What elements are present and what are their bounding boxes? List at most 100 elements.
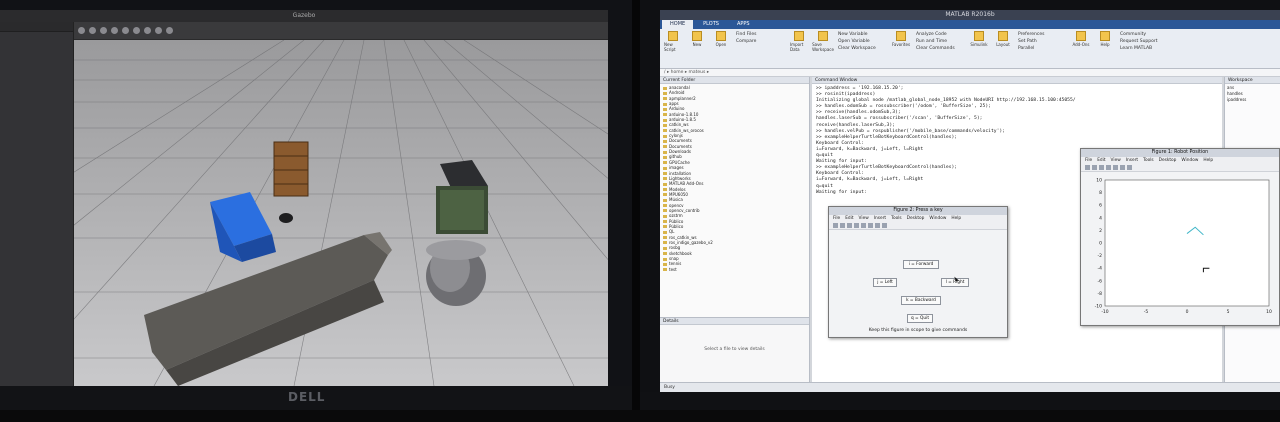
- details-header: Details: [660, 318, 809, 325]
- compare-button[interactable]: Compare: [736, 38, 784, 45]
- y-tick-label: 6: [1099, 203, 1102, 209]
- open-file-icon[interactable]: [1092, 165, 1097, 170]
- request-support-link[interactable]: Request Support: [1120, 38, 1168, 45]
- sphere-shape-icon[interactable]: [133, 27, 140, 34]
- tab-apps[interactable]: APPS: [729, 20, 758, 29]
- simulink-icon: [974, 31, 984, 41]
- folder-item[interactable]: test: [663, 267, 806, 272]
- menu-insert[interactable]: Insert: [1126, 158, 1138, 163]
- tab-home[interactable]: HOME: [662, 20, 694, 29]
- zoom-out-icon[interactable]: [1120, 165, 1125, 170]
- preferences-button[interactable]: Preferences: [1018, 31, 1066, 38]
- save-workspace-button[interactable]: Save Workspace: [812, 31, 834, 66]
- new-figure-icon[interactable]: [1085, 165, 1090, 170]
- help-button[interactable]: Help: [1096, 31, 1114, 66]
- menu-file[interactable]: File: [833, 216, 840, 221]
- menu-desktop[interactable]: Desktop: [1159, 158, 1177, 163]
- figure-2-title: Figure 2: Press a key: [829, 207, 1007, 215]
- parallel-button[interactable]: Parallel: [1018, 45, 1066, 52]
- run-and-time-button[interactable]: Run and Time: [916, 38, 964, 45]
- layout-button[interactable]: Layout: [994, 31, 1012, 66]
- left-monitor: Gazebo DELL: [0, 0, 640, 410]
- star-icon: [896, 31, 906, 41]
- help-icon: [1100, 31, 1110, 41]
- print-icon[interactable]: [1106, 165, 1111, 170]
- menu-view[interactable]: View: [859, 216, 869, 221]
- new-button[interactable]: New: [688, 31, 706, 66]
- menu-desktop[interactable]: Desktop: [907, 216, 925, 221]
- open-button[interactable]: Open: [712, 31, 730, 66]
- x-tick-label: 10: [1266, 309, 1272, 315]
- add-ons-icon: [1076, 31, 1086, 41]
- open-variable-button[interactable]: Open Variable: [838, 38, 886, 45]
- figure-1-window[interactable]: Figure 1: Robot Position File Edit View Ins…: [1080, 148, 1280, 326]
- community-link[interactable]: Community: [1120, 31, 1168, 38]
- find-files-button[interactable]: Find Files: [736, 31, 784, 38]
- zoom-in-icon[interactable]: [1113, 165, 1118, 170]
- clear-commands-button[interactable]: Clear Commands: [916, 45, 964, 52]
- menu-window[interactable]: Window: [1181, 158, 1198, 163]
- translate-tool-icon[interactable]: [89, 27, 96, 34]
- menu-view[interactable]: View: [1111, 158, 1121, 163]
- tab-plots[interactable]: PLOTS: [695, 20, 727, 29]
- quit-button[interactable]: q = Quit: [907, 314, 933, 323]
- zoom-out-icon[interactable]: [868, 223, 873, 228]
- new-figure-icon[interactable]: [833, 223, 838, 228]
- menu-help[interactable]: Help: [951, 216, 961, 221]
- print-icon[interactable]: [854, 223, 859, 228]
- menu-edit[interactable]: Edit: [845, 216, 853, 221]
- menu-insert[interactable]: Insert: [874, 216, 886, 221]
- rotate-icon[interactable]: [882, 223, 887, 228]
- figure-2-window[interactable]: Figure 2: Press a key File Edit View Insert…: [828, 206, 1008, 338]
- new-variable-button[interactable]: New Variable: [838, 31, 886, 38]
- clear-workspace-button[interactable]: Clear Workspace: [838, 45, 886, 52]
- left-button[interactable]: j = Left: [873, 278, 897, 287]
- simulink-button[interactable]: Simulink: [970, 31, 988, 66]
- new-icon: [692, 31, 702, 41]
- menu-help[interactable]: Help: [1203, 158, 1213, 163]
- dell-logo: DELL: [288, 390, 326, 404]
- robot-position-plot[interactable]: -10 -5 0 5 10 10 8 6 4 2 0 -2 -4 -6 -8 -10: [1081, 172, 1279, 324]
- command-window-header: Command Window: [812, 77, 1222, 84]
- save-icon[interactable]: [1099, 165, 1104, 170]
- add-ons-button[interactable]: Add-Ons: [1072, 31, 1090, 66]
- select-tool-icon[interactable]: [78, 27, 85, 34]
- details-panel: Details Select a file to view details: [660, 317, 810, 382]
- menu-window[interactable]: Window: [929, 216, 946, 221]
- y-tick-label: 4: [1099, 215, 1102, 221]
- menu-file[interactable]: File: [1085, 158, 1092, 163]
- save-icon[interactable]: [847, 223, 852, 228]
- new-script-button[interactable]: New Script: [664, 31, 682, 66]
- zoom-in-icon[interactable]: [861, 223, 866, 228]
- menu-tools[interactable]: Tools: [1143, 158, 1154, 163]
- light-icon[interactable]: [155, 27, 162, 34]
- forward-button[interactable]: i = Forward: [903, 260, 939, 269]
- simulation-world: [74, 40, 608, 386]
- bookshelf-model[interactable]: [273, 141, 309, 197]
- screenshot-icon[interactable]: [166, 27, 173, 34]
- small-object[interactable]: [279, 213, 293, 223]
- pan-icon[interactable]: [1127, 165, 1132, 170]
- mouse-cursor-icon: [954, 275, 959, 282]
- address-bar[interactable]: / ▸ home ▸ mateus ▸: [660, 69, 1280, 77]
- backward-button[interactable]: k = Backward: [901, 296, 941, 305]
- gazebo-side-panel[interactable]: [0, 22, 74, 386]
- learn-matlab-link[interactable]: Learn MATLAB: [1120, 45, 1168, 52]
- environment-group: Preferences Set Path Parallel: [1018, 31, 1066, 66]
- import-data-button[interactable]: Import Data: [790, 31, 808, 66]
- box-shape-icon[interactable]: [122, 27, 129, 34]
- gazebo-panel-tabs[interactable]: [0, 22, 73, 32]
- scale-tool-icon[interactable]: [111, 27, 118, 34]
- analyze-code-button[interactable]: Analyze Code: [916, 31, 964, 38]
- pan-icon[interactable]: [875, 223, 880, 228]
- set-path-button[interactable]: Set Path: [1018, 38, 1066, 45]
- menu-edit[interactable]: Edit: [1097, 158, 1105, 163]
- gazebo-3d-viewport[interactable]: [74, 40, 608, 386]
- favorites-button[interactable]: Favorites: [892, 31, 910, 66]
- open-file-icon[interactable]: [840, 223, 845, 228]
- menu-tools[interactable]: Tools: [891, 216, 902, 221]
- rotate-tool-icon[interactable]: [100, 27, 107, 34]
- cylinder-shape-icon[interactable]: [144, 27, 151, 34]
- file-group: Find Files Compare: [736, 31, 784, 66]
- workspace-variable[interactable]: ipaddress: [1227, 97, 1278, 103]
